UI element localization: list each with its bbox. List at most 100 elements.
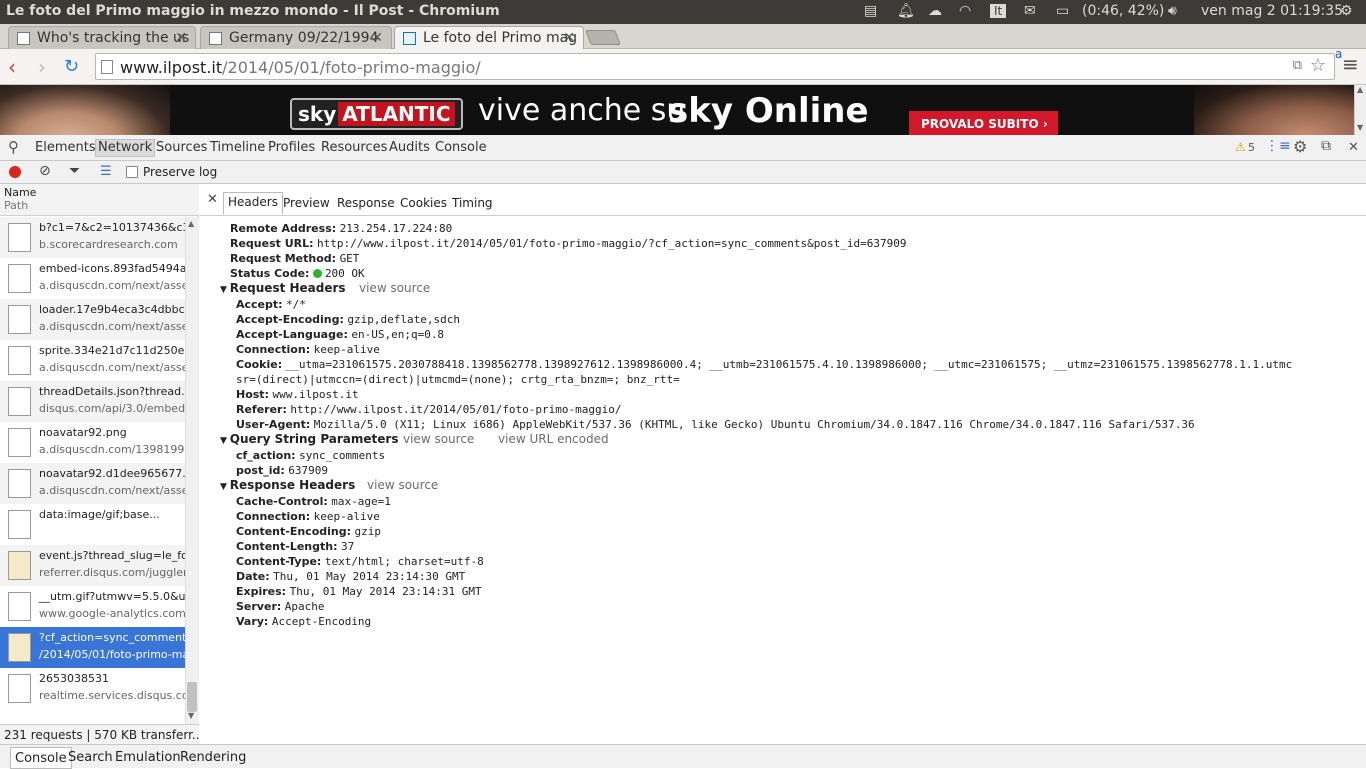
ilpost-favicon-icon (403, 32, 416, 45)
files-icon[interactable]: ▤ (864, 3, 877, 19)
requests-scrollbar[interactable]: ▲ ▼ (185, 217, 199, 724)
request-row[interactable]: __utm.gif?utmwv=5.5.0&ut... www.google-an… (0, 586, 185, 627)
back-arrow-icon[interactable]: ‹ (8, 55, 16, 79)
tab-preview[interactable]: Preview (283, 196, 330, 210)
page-scrollbar[interactable]: ▲ ▼ (1354, 85, 1366, 135)
request-row[interactable]: embed-icons.893fad5494a... a.disquscdn.co… (0, 258, 185, 299)
close-tab-icon[interactable]: ✕ (175, 30, 187, 46)
header-key: Status Code: (230, 267, 310, 280)
request-row[interactable]: b?c1=7&c2=10137436&c3=... b.scorecardrese… (0, 217, 185, 258)
request-row[interactable]: threadDetails.json?thread... disqus.com/a… (0, 381, 185, 422)
mail-icon[interactable]: ✉ (1024, 3, 1036, 19)
tab-console[interactable]: Console (435, 140, 487, 155)
clear-icon[interactable]: ⊘ (39, 163, 51, 179)
file-icon (8, 223, 31, 252)
tab-2[interactable]: Germany 09/22/1994 ✕ (200, 26, 392, 49)
request-name: noavatar92.d1dee965677... (39, 467, 185, 480)
request-row[interactable]: noavatar92.d1dee965677... a.disquscdn.com… (0, 463, 185, 504)
tab-network[interactable]: Network (95, 139, 156, 157)
request-row[interactable]: loader.17e9b4eca3c4dbbc... a.disquscdn.co… (0, 299, 185, 340)
new-tab-button[interactable] (585, 30, 621, 45)
drawer-tab-emulation[interactable]: Emulation (115, 750, 181, 765)
large-rows-icon[interactable]: ☰ (100, 164, 112, 179)
tab-sources[interactable]: Sources (156, 140, 207, 155)
tab-profiles[interactable]: Profiles (268, 140, 315, 155)
query-string-section[interactable]: ▼ Query String Parameters (220, 432, 398, 446)
record-button-icon[interactable] (9, 166, 21, 178)
ad-banner[interactable]: sky ATLANTIC vive anche su sky Online PRO… (0, 85, 1354, 135)
warning-count[interactable]: 5 (1248, 141, 1255, 154)
keyboard-layout-indicator[interactable]: It (990, 4, 1007, 18)
volume-icon[interactable]: 🔊︎ (1168, 3, 1177, 19)
notification-bell-icon[interactable]: 🔔︎ (897, 3, 915, 19)
reload-icon[interactable]: ↻ (64, 56, 79, 77)
drawer-tab-rendering[interactable]: Rendering (180, 750, 246, 765)
request-row[interactable]: event.js?thread_slug=le_fo... referrer.di… (0, 545, 185, 586)
requests-scrollbar-thumb[interactable] (187, 682, 197, 712)
devtools-settings-gear-icon[interactable]: ⚙ (1293, 137, 1307, 156)
requests-column-header[interactable]: Name Path (0, 184, 199, 216)
file-icon (8, 674, 31, 703)
filter-icon[interactable]: ⏷ (69, 163, 80, 179)
inspect-search-icon[interactable]: ⚲ (8, 138, 19, 156)
tab-cookies[interactable]: Cookies (400, 196, 447, 210)
request-row[interactable]: 2653038531 realtime.services.disqus.com, (0, 668, 185, 709)
drawer-tab-console[interactable]: Console (10, 747, 72, 769)
view-source-link[interactable]: view source (403, 432, 474, 446)
chrome-menu-icon[interactable]: ≡ (1342, 52, 1359, 76)
header-key: Cookie: (236, 358, 283, 371)
close-devtools-icon[interactable]: ✕ (1348, 140, 1359, 155)
forward-arrow-icon[interactable]: › (38, 55, 46, 79)
request-name: threadDetails.json?thread... (39, 385, 185, 398)
tab-response[interactable]: Response (337, 196, 395, 210)
tab-3-active[interactable]: Le foto del Primo mag ✕ (394, 26, 584, 50)
close-tab-icon[interactable]: ✕ (563, 30, 575, 46)
request-headers-section[interactable]: ▼ Request Headers (220, 281, 346, 295)
header-key: Vary: (236, 615, 269, 628)
request-row[interactable]: noavatar92.png a.disquscdn.com/139819900( (0, 422, 185, 463)
console-drawer-icon[interactable]: ⋮≡ (1265, 138, 1291, 154)
request-row[interactable]: ?cf_action=sync_comments... /2014/05/01/f… (0, 627, 185, 668)
battery-icon[interactable]: ▭ (1056, 3, 1069, 19)
tab-headers[interactable]: Headers (223, 192, 283, 215)
request-name: __utm.gif?utmwv=5.5.0&ut... (39, 590, 185, 603)
tab-audits[interactable]: Audits (389, 140, 430, 155)
bookmark-star-icon[interactable]: ☆ (1310, 55, 1326, 76)
clock[interactable]: ven mag 2 01:19:35 (1201, 3, 1343, 19)
drawer-tab-search[interactable]: Search (68, 750, 113, 765)
address-bar[interactable]: www.ilpost.it/2014/05/01/foto-primo-magg… (95, 53, 1335, 80)
tab-elements[interactable]: Elements (35, 140, 96, 155)
tab-timeline[interactable]: Timeline (210, 140, 265, 155)
request-domain: referrer.disqus.com/juggler (39, 566, 185, 579)
disclosure-triangle-icon[interactable]: ▼ (220, 285, 230, 295)
translate-icon[interactable]: ⧉ (1293, 58, 1302, 73)
close-tab-icon[interactable]: ✕ (371, 30, 383, 46)
tab-label: Who's tracking the us (37, 30, 190, 46)
response-header-row: Server: Apache (236, 600, 325, 613)
view-source-link[interactable]: view source (359, 281, 430, 295)
request-row[interactable]: data:image/gif;base... (0, 504, 185, 545)
request-name: event.js?thread_slug=le_fo... (39, 549, 185, 562)
page-favicon-icon (209, 32, 222, 45)
request-row[interactable]: sprite.334e21d7c11d250e... a.disquscdn.co… (0, 340, 185, 381)
tab-timing[interactable]: Timing (452, 196, 493, 210)
dock-side-icon[interactable]: ⧉ (1321, 138, 1331, 154)
cloud-icon[interactable]: ☁ (928, 3, 942, 19)
disclosure-triangle-icon[interactable]: ▼ (220, 482, 230, 492)
view-url-encoded-link[interactable]: view URL encoded (498, 432, 609, 446)
preserve-log-checkbox[interactable] (126, 166, 138, 178)
settings-gear-icon[interactable]: ⚙ (1340, 3, 1353, 19)
extension-icon[interactable]: a (1335, 47, 1342, 61)
tab-label: Le foto del Primo mag (423, 30, 578, 46)
banner-cta-button[interactable]: PROVALO SUBITO › (909, 111, 1058, 135)
tab-resources[interactable]: Resources (321, 140, 387, 155)
header-key: Content-Length: (236, 540, 338, 553)
warning-icon[interactable]: ⚠ (1235, 140, 1246, 154)
response-headers-section[interactable]: ▼ Response Headers (220, 478, 355, 492)
drawer-tabs: Console Search Emulation Rendering (0, 744, 1366, 769)
disclosure-triangle-icon[interactable]: ▼ (220, 436, 230, 446)
tab-1[interactable]: Who's tracking the us ✕ (8, 26, 196, 49)
view-source-link[interactable]: view source (367, 478, 438, 492)
wifi-icon[interactable]: ◠ (959, 3, 971, 19)
battery-status[interactable]: (0:46, 42%) (1082, 3, 1164, 19)
